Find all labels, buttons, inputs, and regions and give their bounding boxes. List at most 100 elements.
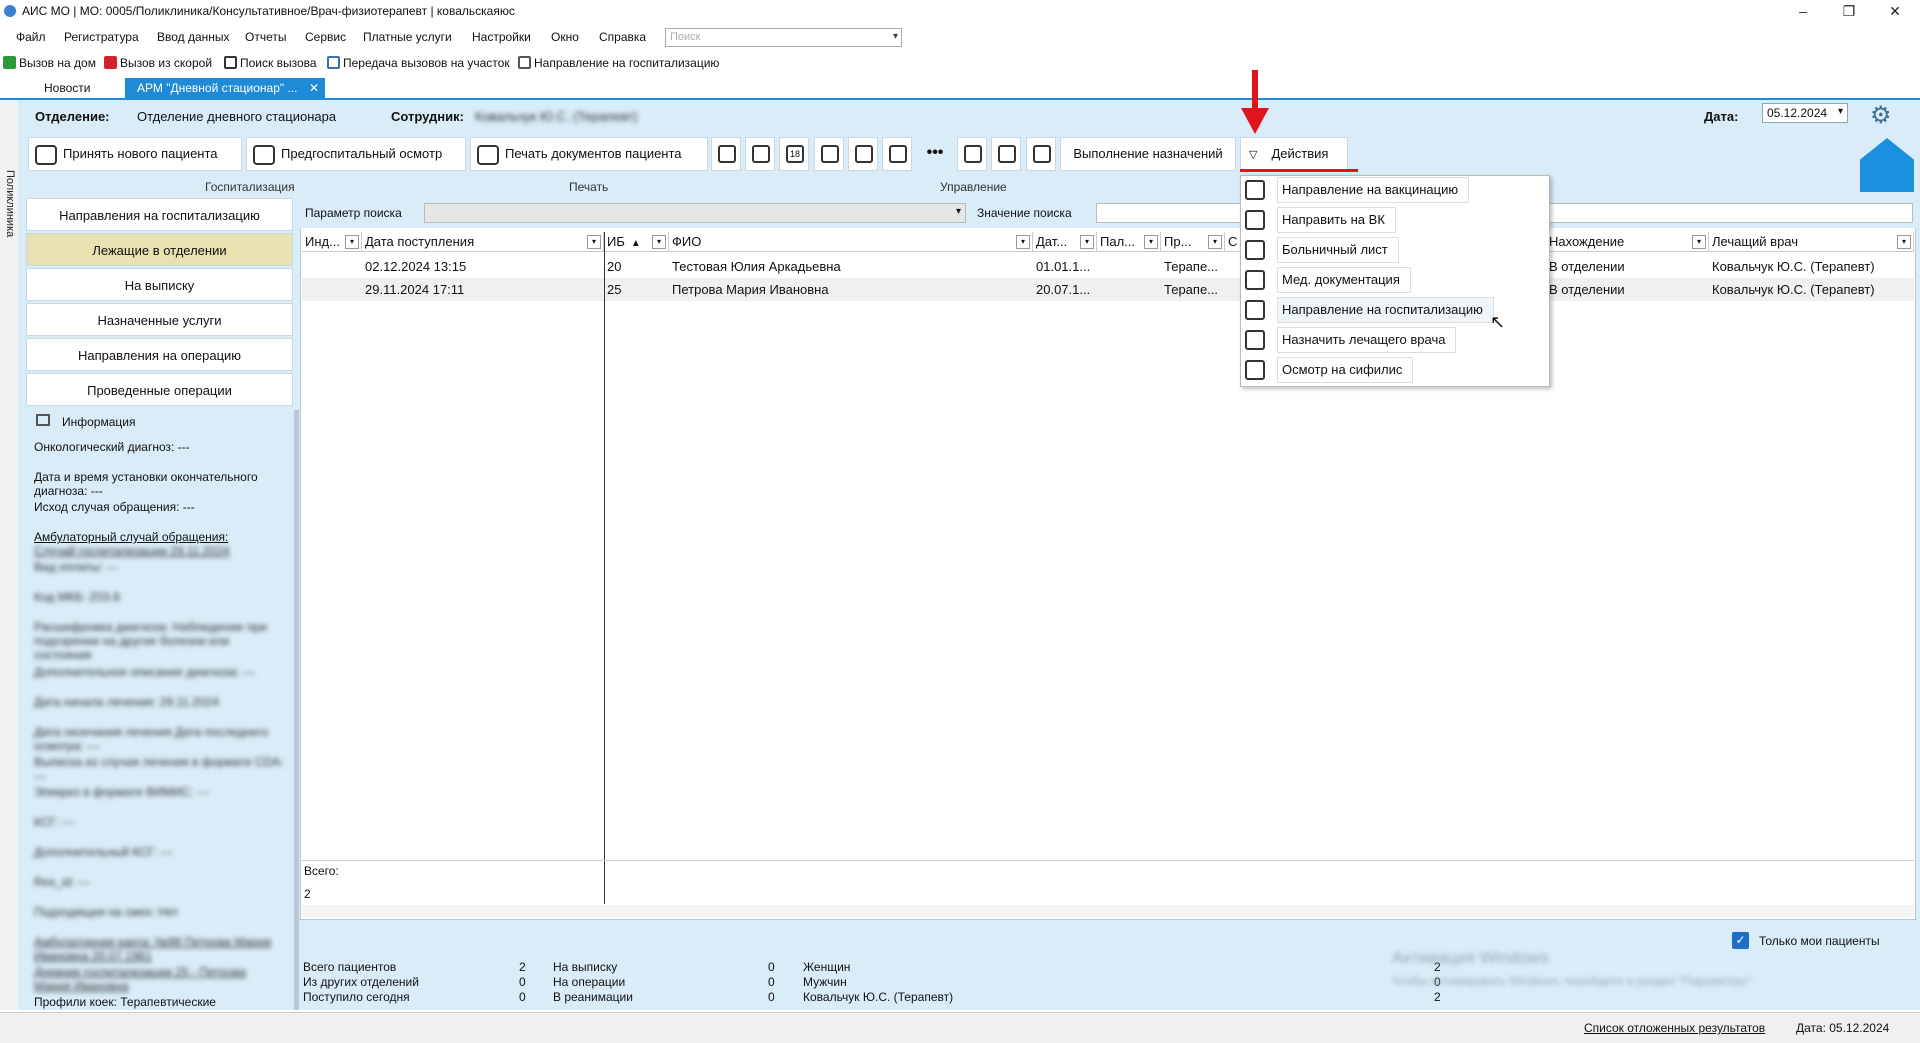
- maximize-button[interactable]: ❐: [1826, 0, 1872, 24]
- cell-location: В отделении: [1549, 259, 1625, 274]
- info-outpatient-case[interactable]: Амбулаторный случай обращения:: [34, 530, 284, 544]
- search-value-label: Значение поиска: [977, 206, 1072, 220]
- col-ward[interactable]: Пал... ▾: [1097, 232, 1161, 252]
- stat-icu-label: В реанимации: [553, 990, 633, 1004]
- stat-doctor-value: 2: [1434, 990, 1441, 1004]
- horizontal-scrollbar[interactable]: [302, 905, 1914, 917]
- tab-day-hospital-label: АРМ "Дневной стационар" ...: [137, 81, 298, 95]
- menu-paid-services[interactable]: Платные услуги: [363, 30, 452, 44]
- sheet-button[interactable]: [1026, 137, 1056, 171]
- calendar-button[interactable]: 18: [779, 137, 809, 171]
- menu-registry[interactable]: Регистратура: [64, 30, 139, 44]
- menu-service[interactable]: Сервис: [305, 30, 346, 44]
- info-hosp-diary[interactable]: Дневник госпитализации 25 - Петрова Мари…: [34, 965, 284, 993]
- tab-day-hospital[interactable]: АРМ "Дневной стационар" ... ✕: [125, 78, 325, 98]
- close-icon[interactable]: ✕: [309, 78, 319, 98]
- list-button[interactable]: [957, 137, 987, 171]
- col-admission-date[interactable]: Дата поступления ▾: [362, 232, 604, 252]
- info-cda: Выписка из случая лечения в формате CDA:…: [34, 755, 284, 783]
- vertical-tab-polyclinic[interactable]: Поликлиника: [2, 170, 16, 250]
- nav-in-department[interactable]: Лежащие в отделении: [26, 233, 293, 266]
- minimize-button[interactable]: –: [1780, 0, 1826, 24]
- chevron-down-icon[interactable]: ▾: [893, 31, 898, 42]
- menu-file[interactable]: Файл: [16, 30, 46, 44]
- stat-discharge-value: 0: [768, 960, 775, 974]
- gear-icon[interactable]: ⚙: [1870, 104, 1892, 128]
- stat-other-dept-label: Из других отделений: [303, 975, 419, 989]
- filter-icon[interactable]: ▾: [1016, 235, 1030, 249]
- watermark-subtitle: Чтобы активировать Windows, перейдите в …: [1392, 974, 1755, 988]
- deferred-results-link[interactable]: Список отложенных результатов: [1584, 1021, 1765, 1035]
- menu-help[interactable]: Справка: [599, 30, 646, 44]
- info-extra-diagnosis: Дополнительное описание диагноза: ---: [34, 665, 256, 679]
- tab-news[interactable]: Новости: [44, 78, 90, 98]
- info-scrollbar[interactable]: [294, 410, 299, 1010]
- col-ward-label: Пал...: [1100, 234, 1135, 249]
- transfer-calls-button[interactable]: Передача вызовов на участок: [327, 56, 510, 70]
- check-icon: [3, 56, 16, 69]
- col-index[interactable]: Инд... ▾: [302, 232, 362, 252]
- ambulance-call-button[interactable]: Вызов из скорой: [104, 56, 212, 70]
- filter-icon[interactable]: ▾: [1208, 235, 1222, 249]
- info-onco: Онкологический диагноз: ---: [34, 440, 190, 454]
- user-settings-button[interactable]: [882, 137, 912, 171]
- chevron-down-icon[interactable]: ▾: [1838, 106, 1843, 117]
- filter-icon[interactable]: ▾: [1897, 235, 1911, 249]
- nav-assigned-services[interactable]: Назначенные услуги: [26, 303, 293, 336]
- employee-value: Ковальчук Ю.С. (Терапевт): [475, 109, 638, 124]
- edit-list-button[interactable]: [991, 137, 1021, 171]
- more-button[interactable]: •••: [920, 137, 950, 171]
- nav-performed-surgeries[interactable]: Проведенные операции: [26, 373, 293, 406]
- info-outpatient-card[interactable]: Амбулаторная карта: №98 Петрова Мария Ив…: [34, 935, 284, 963]
- info-bed-profiles: Профили коек: Терапевтические: [34, 995, 216, 1009]
- filter-icon[interactable]: ▾: [1144, 235, 1158, 249]
- menu-window[interactable]: Окно: [551, 30, 579, 44]
- close-button[interactable]: ✕: [1872, 0, 1918, 24]
- admit-patient-button[interactable]: Принять нового пациента: [28, 137, 242, 171]
- col-profile[interactable]: Пр... ▾: [1161, 232, 1225, 252]
- filter-icon[interactable]: ▾: [1080, 235, 1094, 249]
- filter-icon[interactable]: ▾: [652, 235, 666, 249]
- search-placeholder: Поиск: [670, 31, 701, 43]
- nav-hospitalization-referrals[interactable]: Направления на госпитализацию: [26, 198, 293, 231]
- nav-discharge[interactable]: На выписку: [26, 268, 293, 301]
- menu-reports[interactable]: Отчеты: [245, 30, 286, 44]
- date-input[interactable]: 05.12.2024 ▾: [1762, 103, 1848, 123]
- info-hosp-case[interactable]: Случай госпитализации 29.11.2024: [34, 544, 284, 558]
- col-dob-label: Дат...: [1036, 234, 1068, 249]
- search-input[interactable]: Поиск ▾: [665, 28, 902, 47]
- find-call-button[interactable]: Поиск вызова: [224, 56, 317, 70]
- col-ib[interactable]: ИБ ▲ ▾: [604, 232, 669, 252]
- home-call-button[interactable]: Вызов на дом: [3, 56, 96, 70]
- menu-settings[interactable]: Настройки: [472, 30, 531, 44]
- table-row[interactable]: 29.11.2024 17:11 25 Петрова Мария Иванов…: [302, 278, 1914, 301]
- add-record-button[interactable]: [814, 137, 844, 171]
- menu-data-entry[interactable]: Ввод данных: [157, 30, 230, 44]
- only-mine-checkbox[interactable]: ✓: [1732, 932, 1749, 949]
- execute-orders-button[interactable]: Выполнение назначений: [1060, 137, 1236, 171]
- info-res-id: Res_id: ---: [34, 875, 91, 889]
- filter-icon[interactable]: ▾: [587, 235, 601, 249]
- search-param-select[interactable]: ▾: [424, 203, 966, 223]
- col-location[interactable]: Нахождение ▾: [1546, 232, 1709, 252]
- info-ksg: КСГ: ---: [34, 815, 75, 829]
- stat-surgery-value: 0: [768, 975, 775, 989]
- menu-item-sick-leave-label: Больничный лист: [1277, 237, 1399, 263]
- pre-hospital-exam-button[interactable]: Предгоспитальный осмотр: [246, 137, 466, 171]
- document-button[interactable]: [711, 137, 741, 171]
- department-label: Отделение:: [35, 109, 110, 124]
- patient-card-button[interactable]: [848, 137, 878, 171]
- nav-surgery-referrals[interactable]: Направления на операцию: [26, 338, 293, 371]
- filter-icon[interactable]: ▾: [1692, 235, 1706, 249]
- col-dob[interactable]: Дат... ▾: [1033, 232, 1097, 252]
- table-row[interactable]: 02.12.2024 13:15 20 Тестовая Юлия Аркадь…: [302, 255, 1914, 278]
- cell-fio: Тестовая Юлия Аркадьевна: [672, 259, 841, 274]
- actions-button[interactable]: ▽ Действия: [1240, 137, 1348, 171]
- filter-icon[interactable]: ▾: [345, 235, 359, 249]
- totals-row: Всего: 2: [302, 860, 1914, 905]
- print-documents-button[interactable]: Печать документов пациента: [470, 137, 708, 171]
- hospitalization-referral-button[interactable]: Направление на госпитализацию: [518, 56, 719, 70]
- col-fio[interactable]: ФИО ▾: [669, 232, 1033, 252]
- col-doctor[interactable]: Лечащий врач ▾: [1709, 232, 1914, 252]
- edit-document-button[interactable]: [745, 137, 775, 171]
